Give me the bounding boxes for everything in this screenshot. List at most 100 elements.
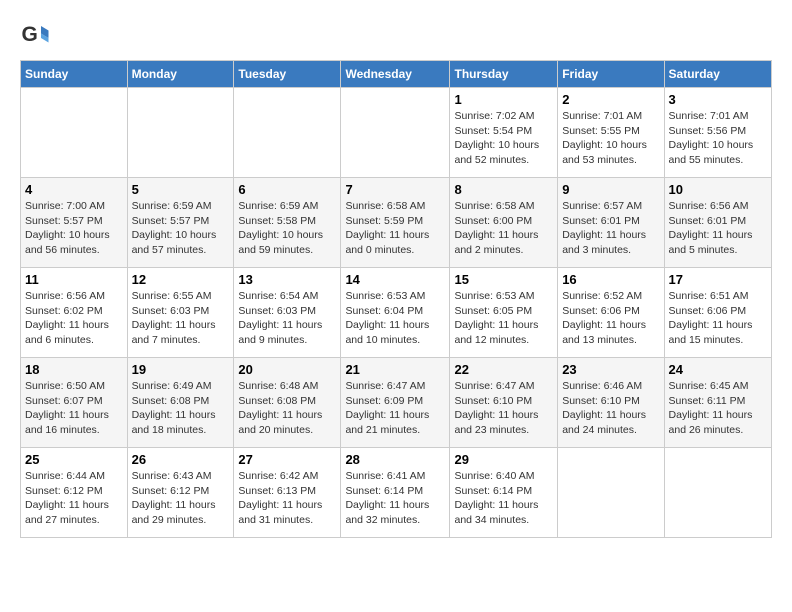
calendar-cell: 16 Sunrise: 6:52 AM Sunset: 6:06 PM Dayli… xyxy=(558,268,664,358)
day-info: Sunrise: 6:59 AM Sunset: 5:58 PM Dayligh… xyxy=(238,199,336,258)
day-number: 5 xyxy=(132,182,230,197)
logo: G xyxy=(20,20,54,50)
day-number: 29 xyxy=(454,452,553,467)
day-number: 4 xyxy=(25,182,123,197)
calendar-cell: 24 Sunrise: 6:45 AM Sunset: 6:11 PM Dayli… xyxy=(664,358,771,448)
day-info: Sunrise: 6:46 AM Sunset: 6:10 PM Dayligh… xyxy=(562,379,659,438)
week-row-4: 25 Sunrise: 6:44 AM Sunset: 6:12 PM Dayli… xyxy=(21,448,772,538)
day-info: Sunrise: 6:56 AM Sunset: 6:01 PM Dayligh… xyxy=(669,199,767,258)
calendar-cell xyxy=(341,88,450,178)
day-number: 20 xyxy=(238,362,336,377)
day-info: Sunrise: 6:50 AM Sunset: 6:07 PM Dayligh… xyxy=(25,379,123,438)
day-info: Sunrise: 6:45 AM Sunset: 6:11 PM Dayligh… xyxy=(669,379,767,438)
day-number: 18 xyxy=(25,362,123,377)
calendar-cell: 23 Sunrise: 6:46 AM Sunset: 6:10 PM Dayli… xyxy=(558,358,664,448)
day-info: Sunrise: 6:51 AM Sunset: 6:06 PM Dayligh… xyxy=(669,289,767,348)
calendar-cell: 3 Sunrise: 7:01 AM Sunset: 5:56 PM Daylig… xyxy=(664,88,771,178)
day-number: 22 xyxy=(454,362,553,377)
calendar-cell xyxy=(234,88,341,178)
day-info: Sunrise: 6:53 AM Sunset: 6:04 PM Dayligh… xyxy=(345,289,445,348)
calendar-cell: 19Sunrise: 6:49 AM Sunset: 6:08 PM Dayli… xyxy=(127,358,234,448)
day-number: 12 xyxy=(132,272,230,287)
day-info: Sunrise: 7:01 AM Sunset: 5:55 PM Dayligh… xyxy=(562,109,659,168)
calendar-cell: 20 Sunrise: 6:48 AM Sunset: 6:08 PM Dayli… xyxy=(234,358,341,448)
day-number: 23 xyxy=(562,362,659,377)
calendar-cell: 27 Sunrise: 6:42 AM Sunset: 6:13 PM Dayli… xyxy=(234,448,341,538)
day-info: Sunrise: 6:44 AM Sunset: 6:12 PM Dayligh… xyxy=(25,469,123,528)
calendar-cell: 1 Sunrise: 7:02 AM Sunset: 5:54 PM Daylig… xyxy=(450,88,558,178)
calendar-cell xyxy=(664,448,771,538)
calendar-cell: 12 Sunrise: 6:55 AM Sunset: 6:03 PM Dayli… xyxy=(127,268,234,358)
day-number: 24 xyxy=(669,362,767,377)
day-number: 26 xyxy=(132,452,230,467)
day-info: Sunrise: 6:54 AM Sunset: 6:03 PM Dayligh… xyxy=(238,289,336,348)
calendar-cell: 15 Sunrise: 6:53 AM Sunset: 6:05 PM Dayli… xyxy=(450,268,558,358)
calendar-cell: 21 Sunrise: 6:47 AM Sunset: 6:09 PM Dayli… xyxy=(341,358,450,448)
svg-text:G: G xyxy=(22,23,38,46)
day-info: Sunrise: 6:58 AM Sunset: 5:59 PM Dayligh… xyxy=(345,199,445,258)
logo-icon: G xyxy=(20,20,50,50)
day-number: 15 xyxy=(454,272,553,287)
calendar-cell: 10 Sunrise: 6:56 AM Sunset: 6:01 PM Dayli… xyxy=(664,178,771,268)
calendar-cell: 26Sunrise: 6:43 AM Sunset: 6:12 PM Dayli… xyxy=(127,448,234,538)
day-info: Sunrise: 6:40 AM Sunset: 6:14 PM Dayligh… xyxy=(454,469,553,528)
day-number: 17 xyxy=(669,272,767,287)
calendar-cell: 13 Sunrise: 6:54 AM Sunset: 6:03 PM Dayli… xyxy=(234,268,341,358)
day-info: Sunrise: 6:42 AM Sunset: 6:13 PM Dayligh… xyxy=(238,469,336,528)
day-number: 10 xyxy=(669,182,767,197)
calendar-cell: 2 Sunrise: 7:01 AM Sunset: 5:55 PM Daylig… xyxy=(558,88,664,178)
calendar-cell: 18 Sunrise: 6:50 AM Sunset: 6:07 PM Dayli… xyxy=(21,358,128,448)
day-number: 13 xyxy=(238,272,336,287)
day-number: 6 xyxy=(238,182,336,197)
header-tuesday: Tuesday xyxy=(234,61,341,88)
day-info: Sunrise: 6:47 AM Sunset: 6:10 PM Dayligh… xyxy=(454,379,553,438)
day-number: 7 xyxy=(345,182,445,197)
week-row-2: 11 Sunrise: 6:56 AM Sunset: 6:02 PM Dayli… xyxy=(21,268,772,358)
calendar-table: SundayMondayTuesdayWednesdayThursdayFrid… xyxy=(20,60,772,538)
header-sunday: Sunday xyxy=(21,61,128,88)
day-number: 3 xyxy=(669,92,767,107)
day-number: 16 xyxy=(562,272,659,287)
calendar-cell: 22 Sunrise: 6:47 AM Sunset: 6:10 PM Dayli… xyxy=(450,358,558,448)
calendar-header-row: SundayMondayTuesdayWednesdayThursdayFrid… xyxy=(21,61,772,88)
day-number: 11 xyxy=(25,272,123,287)
day-number: 14 xyxy=(345,272,445,287)
header-wednesday: Wednesday xyxy=(341,61,450,88)
day-number: 8 xyxy=(454,182,553,197)
day-info: Sunrise: 6:55 AM Sunset: 6:03 PM Dayligh… xyxy=(132,289,230,348)
day-number: 25 xyxy=(25,452,123,467)
header-monday: Monday xyxy=(127,61,234,88)
day-info: Sunrise: 6:49 AM Sunset: 6:08 PM Dayligh… xyxy=(132,379,230,438)
day-number: 27 xyxy=(238,452,336,467)
day-info: Sunrise: 6:41 AM Sunset: 6:14 PM Dayligh… xyxy=(345,469,445,528)
calendar-cell: 17 Sunrise: 6:51 AM Sunset: 6:06 PM Dayli… xyxy=(664,268,771,358)
week-row-3: 18 Sunrise: 6:50 AM Sunset: 6:07 PM Dayli… xyxy=(21,358,772,448)
calendar-cell xyxy=(127,88,234,178)
calendar-cell: 28Sunrise: 6:41 AM Sunset: 6:14 PM Dayli… xyxy=(341,448,450,538)
day-number: 21 xyxy=(345,362,445,377)
calendar-cell: 11 Sunrise: 6:56 AM Sunset: 6:02 PM Dayli… xyxy=(21,268,128,358)
calendar-cell: 25 Sunrise: 6:44 AM Sunset: 6:12 PM Dayli… xyxy=(21,448,128,538)
day-number: 1 xyxy=(454,92,553,107)
week-row-1: 4Sunrise: 7:00 AM Sunset: 5:57 PM Daylig… xyxy=(21,178,772,268)
calendar-cell: 6 Sunrise: 6:59 AM Sunset: 5:58 PM Daylig… xyxy=(234,178,341,268)
calendar-cell: 9Sunrise: 6:57 AM Sunset: 6:01 PM Daylig… xyxy=(558,178,664,268)
day-info: Sunrise: 6:56 AM Sunset: 6:02 PM Dayligh… xyxy=(25,289,123,348)
day-info: Sunrise: 7:01 AM Sunset: 5:56 PM Dayligh… xyxy=(669,109,767,168)
day-info: Sunrise: 6:52 AM Sunset: 6:06 PM Dayligh… xyxy=(562,289,659,348)
header-saturday: Saturday xyxy=(664,61,771,88)
calendar-cell: 14 Sunrise: 6:53 AM Sunset: 6:04 PM Dayli… xyxy=(341,268,450,358)
day-info: Sunrise: 6:48 AM Sunset: 6:08 PM Dayligh… xyxy=(238,379,336,438)
week-row-0: 1 Sunrise: 7:02 AM Sunset: 5:54 PM Daylig… xyxy=(21,88,772,178)
calendar-cell: 4Sunrise: 7:00 AM Sunset: 5:57 PM Daylig… xyxy=(21,178,128,268)
calendar-cell: 29 Sunrise: 6:40 AM Sunset: 6:14 PM Dayli… xyxy=(450,448,558,538)
day-info: Sunrise: 7:02 AM Sunset: 5:54 PM Dayligh… xyxy=(454,109,553,168)
calendar-cell: 5Sunrise: 6:59 AM Sunset: 5:57 PM Daylig… xyxy=(127,178,234,268)
day-number: 2 xyxy=(562,92,659,107)
day-info: Sunrise: 6:47 AM Sunset: 6:09 PM Dayligh… xyxy=(345,379,445,438)
day-info: Sunrise: 6:53 AM Sunset: 6:05 PM Dayligh… xyxy=(454,289,553,348)
calendar-cell xyxy=(21,88,128,178)
calendar-cell: 7 Sunrise: 6:58 AM Sunset: 5:59 PM Daylig… xyxy=(341,178,450,268)
calendar-cell xyxy=(558,448,664,538)
header-friday: Friday xyxy=(558,61,664,88)
